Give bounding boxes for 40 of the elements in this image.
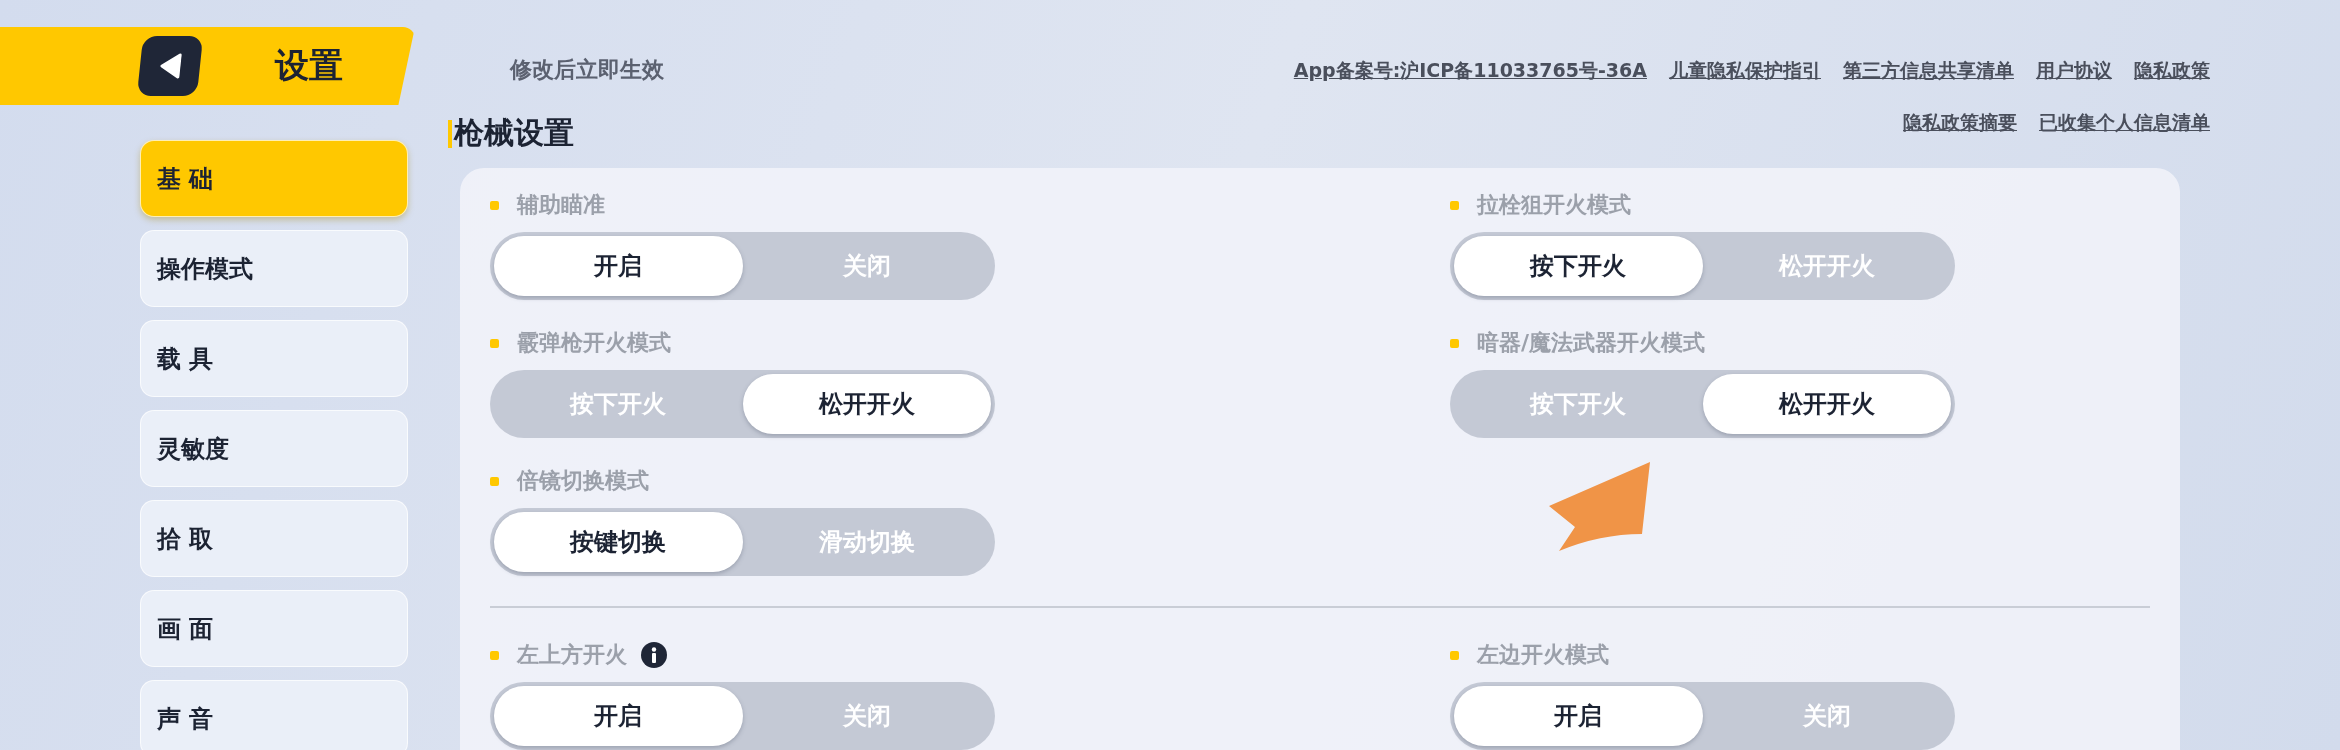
sidebar-item[interactable]: 画 面 (140, 590, 408, 667)
bullet-icon (490, 476, 499, 486)
setting-label: 倍镜切换模式 (517, 467, 649, 495)
footer-link[interactable]: App备案号:沪ICP备11033765号-36A (1293, 58, 1647, 84)
setting-label: 左上方开火 (517, 641, 627, 669)
page-title: 设置 (275, 44, 343, 87)
footer-link[interactable]: 已收集个人信息清单 (2039, 110, 2210, 136)
option-button[interactable]: 按键切换 (494, 512, 743, 572)
bullet-icon (1450, 650, 1459, 660)
option-button[interactable]: 按下开火 (1454, 236, 1703, 296)
sidebar-item[interactable]: 声 音 (140, 680, 408, 750)
info-icon[interactable] (641, 642, 667, 668)
footer-link[interactable]: 用户协议 (2036, 58, 2112, 84)
notice-text: 修改后立即生效 (510, 56, 664, 84)
option-button[interactable]: 松开开火 (1702, 374, 1951, 434)
setting-label: 霰弹枪开火模式 (517, 329, 671, 357)
bullet-icon (490, 650, 499, 660)
setting-label: 拉栓狙开火模式 (1477, 191, 1631, 219)
sidebar-item[interactable]: 载 具 (140, 320, 408, 397)
footer-link[interactable]: 第三方信息共享清单 (1843, 58, 2014, 84)
sidebar-item[interactable]: 基 础 (140, 140, 408, 217)
setting-label: 暗器/魔法武器开火模式 (1477, 329, 1706, 357)
title-accent (448, 119, 452, 148)
bullet-icon (1450, 200, 1459, 210)
bullet-icon (1450, 338, 1459, 348)
footer-link[interactable]: 隐私政策摘要 (1903, 110, 2017, 136)
footer-link[interactable]: 儿童隐私保护指引 (1669, 58, 1821, 84)
footer-link[interactable]: 隐私政策 (2134, 58, 2210, 84)
bullet-icon (490, 338, 499, 348)
setting-label: 左边开火模式 (1477, 641, 1609, 669)
sidebar-item[interactable]: 灵敏度 (140, 410, 408, 487)
section-title: 枪械设置 (454, 114, 574, 152)
sidebar-item[interactable]: 操作模式 (140, 230, 408, 307)
sidebar-item[interactable]: 拾 取 (140, 500, 408, 577)
option-button[interactable]: 开启 (494, 686, 743, 746)
option-button[interactable]: 开启 (494, 236, 743, 296)
setting-label: 辅助瞄准 (517, 191, 605, 219)
option-button[interactable]: 松开开火 (742, 374, 991, 434)
option-button[interactable]: 开启 (1454, 686, 1703, 746)
bullet-icon (490, 200, 499, 210)
